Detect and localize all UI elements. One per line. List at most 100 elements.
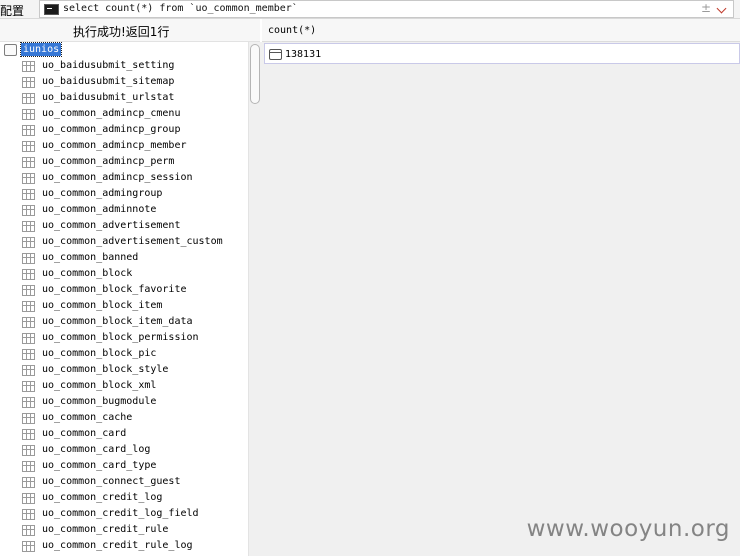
terminal-icon (44, 4, 59, 15)
table-label[interactable]: uo_common_admingroup (42, 188, 162, 200)
table-item[interactable]: uo_common_admincp_cmenu (22, 106, 248, 122)
table-label[interactable]: uo_common_admincp_session (42, 172, 193, 184)
table-label[interactable]: uo_common_bugmodule (42, 396, 156, 408)
table-row[interactable]: 138131 (264, 43, 740, 64)
plus-minus-button[interactable]: ± (701, 1, 711, 15)
table-icon (22, 541, 35, 552)
table-icon (22, 285, 35, 296)
table-item[interactable]: uo_common_block_item_data (22, 314, 248, 330)
table-icon (22, 333, 35, 344)
table-icon (22, 205, 35, 216)
table-icon (22, 173, 35, 184)
table-icon (22, 109, 35, 120)
table-icon (22, 349, 35, 360)
table-item[interactable]: uo_common_admincp_perm (22, 154, 248, 170)
table-item[interactable]: uo_baidusubmit_urlstat (22, 90, 248, 106)
table-item[interactable]: uo_common_block (22, 266, 248, 282)
table-item[interactable]: uo_common_cache (22, 410, 248, 426)
database-node[interactable]: iunios (2, 42, 242, 58)
table-item[interactable]: uo_common_bugmodule (22, 394, 248, 410)
table-label[interactable]: uo_common_block_item_data (42, 316, 193, 328)
table-icon (22, 77, 35, 88)
table-label[interactable]: uo_common_card_type (42, 460, 156, 472)
table-icon (22, 221, 35, 232)
table-item[interactable]: uo_common_advertisement_custom (22, 234, 248, 250)
table-label[interactable]: uo_common_banned (42, 252, 138, 264)
table-label[interactable]: uo_common_block_xml (42, 380, 156, 392)
table-label[interactable]: uo_common_credit_log (42, 492, 162, 504)
table-item[interactable]: uo_common_admincp_session (22, 170, 248, 186)
table-item[interactable]: uo_common_card_type (22, 458, 248, 474)
table-item[interactable]: uo_common_admingroup (22, 186, 248, 202)
table-label[interactable]: uo_common_block_pic (42, 348, 156, 360)
database-label[interactable]: iunios (19, 42, 63, 57)
table-label[interactable]: uo_common_credit_rule_log (42, 540, 193, 552)
chevron-down-icon[interactable] (715, 1, 729, 17)
table-icon (22, 93, 35, 104)
table-label[interactable]: uo_common_card (42, 428, 126, 440)
result-grid: count(*) 138131 (262, 19, 740, 556)
table-icon (22, 189, 35, 200)
table-label[interactable]: uo_baidusubmit_urlstat (42, 92, 174, 104)
table-label[interactable]: uo_common_block_favorite (42, 284, 187, 296)
table-label[interactable]: uo_common_block_style (42, 364, 168, 376)
table-label[interactable]: uo_common_advertisement_custom (42, 236, 223, 248)
column-header[interactable]: count(*) (262, 19, 740, 42)
table-item[interactable]: uo_common_block_favorite (22, 282, 248, 298)
table-label[interactable]: uo_common_admincp_cmenu (42, 108, 180, 120)
table-label[interactable]: uo_common_credit_rule (42, 524, 168, 536)
table-item[interactable]: uo_common_card (22, 426, 248, 442)
table-icon (22, 413, 35, 424)
table-item[interactable]: uo_common_adminnote (22, 202, 248, 218)
table-item[interactable]: uo_common_credit_log (22, 490, 248, 506)
table-label[interactable]: uo_common_admincp_perm (42, 156, 174, 168)
table-item[interactable]: uo_common_banned (22, 250, 248, 266)
tree-scrollbar[interactable] (248, 42, 262, 556)
table-icon (22, 477, 35, 488)
row-icon (269, 49, 282, 60)
table-label[interactable]: uo_common_admincp_member (42, 140, 187, 152)
table-item[interactable]: uo_common_admincp_member (22, 138, 248, 154)
table-label[interactable]: uo_baidusubmit_sitemap (42, 76, 174, 88)
table-item[interactable]: uo_common_block_pic (22, 346, 248, 362)
table-label[interactable]: uo_common_adminnote (42, 204, 156, 216)
table-item[interactable]: uo_common_connect_guest (22, 474, 248, 490)
database-tree[interactable]: iunios uo_baidusubmit_setting uo_baidusub… (0, 42, 248, 556)
sql-query-text[interactable]: select count(*) from `uo_common_member` (63, 3, 298, 14)
table-icon (22, 493, 35, 504)
table-label[interactable]: uo_common_block (42, 268, 132, 280)
table-label[interactable]: uo_common_advertisement (42, 220, 180, 232)
cell-value[interactable]: 138131 (285, 49, 321, 60)
sql-input[interactable]: select count(*) from `uo_common_member` … (39, 0, 734, 18)
table-item[interactable]: uo_common_block_item (22, 298, 248, 314)
table-item[interactable]: uo_common_block_xml (22, 378, 248, 394)
table-item[interactable]: uo_common_block_style (22, 362, 248, 378)
table-label[interactable]: uo_common_block_permission (42, 332, 199, 344)
table-item[interactable]: uo_common_block_permission (22, 330, 248, 346)
table-label[interactable]: uo_common_card_log (42, 444, 150, 456)
table-item[interactable]: uo_common_credit_log_field (22, 506, 248, 522)
table-item[interactable]: uo_baidusubmit_setting (22, 58, 248, 74)
table-label[interactable]: uo_common_credit_log_field (42, 508, 199, 520)
table-label[interactable]: uo_common_connect_guest (42, 476, 180, 488)
table-item[interactable]: uo_common_card_log (22, 442, 248, 458)
table-icon (22, 509, 35, 520)
config-label[interactable]: 配置 (0, 2, 24, 19)
table-item[interactable]: uo_common_credit_rule (22, 522, 248, 538)
table-icon (22, 141, 35, 152)
column-name[interactable]: count(*) (268, 25, 316, 36)
table-item[interactable]: uo_common_credit_rule_log (22, 538, 248, 554)
table-item[interactable]: uo_baidusubmit_sitemap (22, 74, 248, 90)
scrollbar-thumb[interactable] (250, 44, 260, 104)
watermark: www.wooyun.org (526, 516, 730, 542)
table-label[interactable]: uo_baidusubmit_setting (42, 60, 174, 72)
table-item[interactable]: uo_common_advertisement (22, 218, 248, 234)
table-label[interactable]: uo_common_block_item (42, 300, 162, 312)
table-icon (22, 125, 35, 136)
table-icon (22, 381, 35, 392)
table-item[interactable]: uo_common_admincp_group (22, 122, 248, 138)
table-icon (22, 525, 35, 536)
table-label[interactable]: uo_common_cache (42, 412, 132, 424)
table-icon (22, 461, 35, 472)
table-label[interactable]: uo_common_admincp_group (42, 124, 180, 136)
